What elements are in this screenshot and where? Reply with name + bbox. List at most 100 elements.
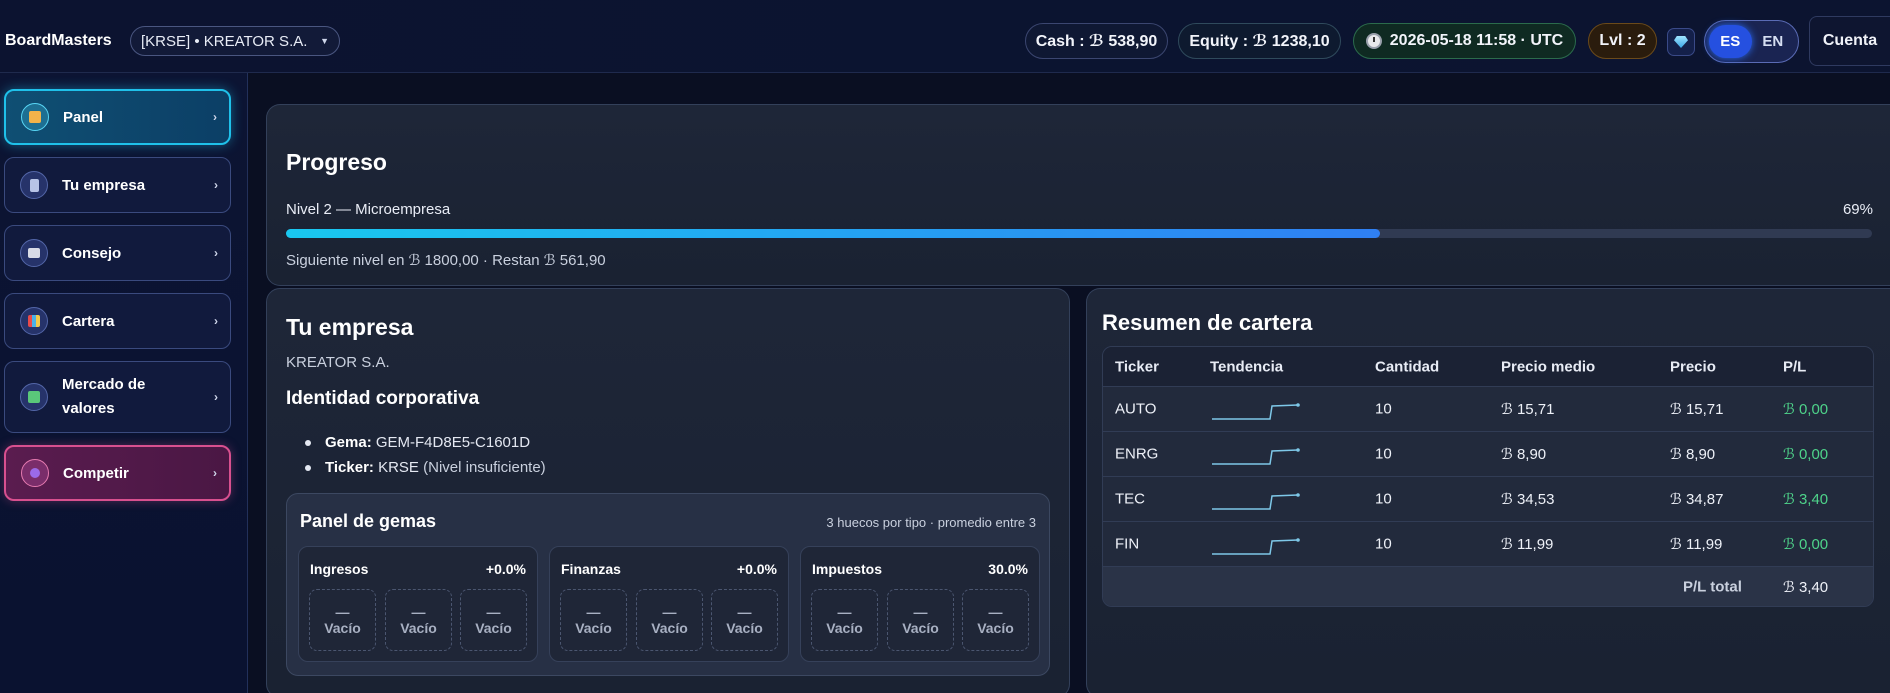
gem-group-name: Ingresos [310, 561, 369, 577]
slot-dash: — [662, 604, 677, 620]
language-toggle: ES EN [1704, 20, 1799, 63]
price-cell: ℬ 15,71 [1670, 401, 1724, 418]
price-cell: ℬ 34,87 [1670, 491, 1724, 508]
slot-label: Vacío [324, 620, 361, 636]
chevron-right-icon: › [214, 390, 218, 404]
column-header: Precio medio [1501, 358, 1596, 375]
ticker-cell: FIN [1115, 535, 1140, 553]
sidebar-item-label: Tu empresa [62, 176, 146, 194]
next-level-text: Siguiente nivel en ℬ 1800,00 · Restan ℬ … [286, 252, 606, 269]
brand-logo[interactable]: BoardMasters [5, 32, 112, 50]
lang-en-button[interactable]: EN [1752, 25, 1795, 58]
gem-slot[interactable]: — Vacío [711, 589, 778, 651]
sidebar-item-competir[interactable]: Competir › [4, 445, 231, 501]
portfolio-table: Ticker Tendencia Cantidad Precio medio P… [1102, 346, 1874, 607]
gem-slot[interactable]: — Vacío [309, 589, 376, 651]
company-card: Tu empresa KREATOR S.A. Identidad corpor… [266, 288, 1070, 693]
stock-chart-icon [20, 383, 48, 411]
sidebar-item-tu-empresa[interactable]: Tu empresa › [4, 157, 231, 213]
gem-id-item: Gema: GEM-F4D8E5-C1601D [305, 434, 546, 451]
portfolio-card: Resumen de cartera Ticker Tendencia Cant… [1086, 288, 1890, 693]
sidebar-item-consejo[interactable]: Consejo › [4, 225, 231, 281]
trend-sparkline [1210, 485, 1300, 513]
gem-group-finanzas: Finanzas +0.0% — Vacío — Vacío — Vacío [549, 546, 789, 662]
trend-sparkline [1210, 530, 1300, 558]
clock-icon [1365, 33, 1382, 49]
chevron-right-icon: › [213, 466, 217, 480]
gem-group-name: Impuestos [812, 561, 883, 577]
gem-slot[interactable]: — Vacío [636, 589, 703, 651]
slot-dash: — [486, 604, 501, 620]
company-title: Tu empresa [286, 314, 414, 340]
identity-list: Gema: GEM-F4D8E5-C1601D Ticker: KRSE (Ni… [305, 434, 546, 484]
lang-es-button[interactable]: ES [1709, 25, 1752, 58]
slot-label: Vacío [726, 620, 763, 636]
slot-dash: — [737, 604, 752, 620]
gem-panel-title: Panel de gemas [300, 511, 437, 531]
sidebar: Panel › Tu empresa › Consejo › Cartera ›… [0, 73, 248, 693]
price-cell: ℬ 8,90 [1670, 446, 1716, 463]
sidebar-item-cartera[interactable]: Cartera › [4, 293, 231, 349]
column-header: Tendencia [1210, 358, 1284, 375]
gem-slot[interactable]: — Vacío [560, 589, 627, 651]
ticker-note: (Nivel insuficiente) [423, 459, 546, 476]
table-row[interactable]: AUTO 10 ℬ 15,71 ℬ 15,71 ℬ 0,00 [1103, 386, 1873, 431]
gem-panel: Panel de gemas 3 huecos por tipo · prome… [286, 493, 1050, 676]
avg-price-cell: ℬ 8,90 [1501, 446, 1547, 463]
ticker-cell: TEC [1115, 490, 1145, 508]
ticker-label: Ticker: [325, 459, 374, 476]
account-button[interactable]: Cuenta [1809, 16, 1890, 66]
pl-cell: ℬ 0,00 [1783, 401, 1829, 418]
gem-slot[interactable]: — Vacío [460, 589, 527, 651]
gem-button[interactable] [1667, 28, 1695, 56]
gem-group-value: 30.0% [988, 561, 1028, 577]
company-select-value: [KRSE] • KREATOR S.A. [141, 32, 308, 50]
level-badge: Lvl : 2 [1588, 23, 1657, 59]
table-row[interactable]: FIN 10 ℬ 11,99 ℬ 11,99 ℬ 0,00 [1103, 521, 1873, 566]
progress-bar-fill [286, 229, 1381, 238]
company-select[interactable]: [KRSE] • KREATOR S.A. ▼ [130, 26, 340, 56]
table-header-row: Ticker Tendencia Cantidad Precio medio P… [1103, 347, 1873, 386]
heart-icon [21, 459, 49, 487]
cash-badge: Cash : ℬ 538,90 [1025, 23, 1168, 59]
sidebar-item-label: Panel [63, 108, 104, 126]
gem-id-value: GEM-F4D8E5-C1601D [375, 434, 531, 451]
table-row[interactable]: ENRG 10 ℬ 8,90 ℬ 8,90 ℬ 0,00 [1103, 431, 1873, 476]
gem-slot[interactable]: — Vacío [962, 589, 1029, 651]
slot-label: Vacío [475, 620, 512, 636]
identity-title: Identidad corporativa [286, 388, 480, 409]
gem-group-ingresos: Ingresos +0.0% — Vacío — Vacío — Vacío [298, 546, 538, 662]
slot-label: Vacío [902, 620, 939, 636]
quantity-cell: 10 [1375, 445, 1392, 463]
sidebar-item-panel[interactable]: Panel › [4, 89, 231, 145]
caret-down-icon: ▼ [320, 36, 329, 46]
column-header: P/L [1783, 358, 1807, 375]
gem-group-impuestos: Impuestos 30.0% — Vacío — Vacío — Vacío [800, 546, 1040, 662]
slot-label: Vacío [826, 620, 863, 636]
ticker-item: Ticker: KRSE (Nivel insuficiente) [305, 459, 546, 476]
pl-cell: ℬ 0,00 [1783, 536, 1829, 553]
slot-label: Vacío [977, 620, 1014, 636]
quantity-cell: 10 [1375, 490, 1392, 508]
building-icon [20, 171, 48, 199]
sidebar-item-label: Mercado de valores [62, 376, 146, 417]
gem-panel-subtitle: 3 huecos por tipo · promedio entre 3 [826, 515, 1036, 530]
gem-group-name: Finanzas [561, 561, 621, 577]
avg-price-cell: ℬ 34,53 [1501, 491, 1555, 508]
gem-id-label: Gema: [325, 434, 372, 451]
column-header: Ticker [1115, 358, 1159, 375]
gem-slot[interactable]: — Vacío [385, 589, 452, 651]
slot-label: Vacío [575, 620, 612, 636]
ticker-cell: ENRG [1115, 445, 1159, 463]
chevron-right-icon: › [214, 178, 218, 192]
gem-group-value: +0.0% [736, 561, 777, 577]
sidebar-item-mercado[interactable]: Mercado de valores › [4, 361, 231, 433]
table-row[interactable]: TEC 10 ℬ 34,53 ℬ 34,87 ℬ 3,40 [1103, 476, 1873, 521]
house-icon [21, 103, 49, 131]
pl-cell: ℬ 3,40 [1783, 491, 1829, 508]
datetime-text: 2026-05-18 11:58 · UTC [1389, 32, 1564, 49]
top-bar: BoardMasters [KRSE] • KREATOR S.A. ▼ Cas… [0, 0, 1890, 73]
gem-slot[interactable]: — Vacío [887, 589, 954, 651]
gem-slot[interactable]: — Vacío [811, 589, 878, 651]
ticker-cell: AUTO [1115, 400, 1157, 418]
